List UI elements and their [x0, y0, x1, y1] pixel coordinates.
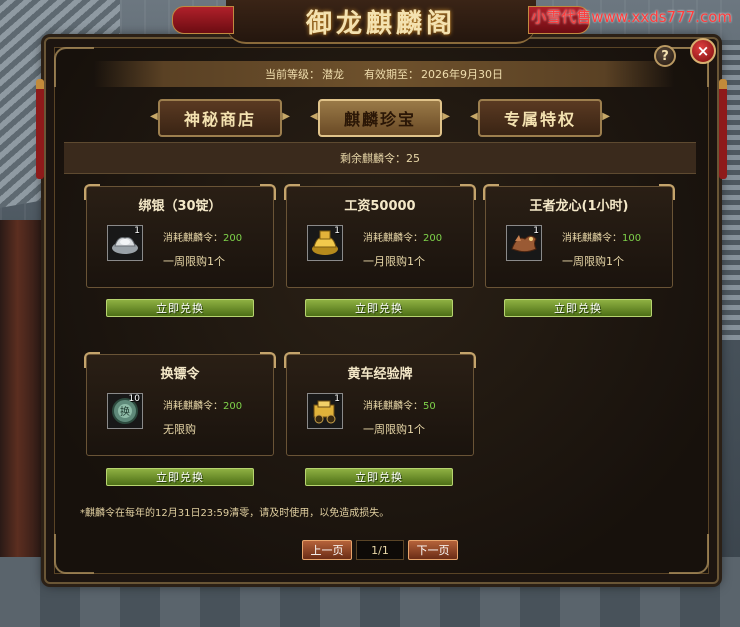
vip-level: 当前等级： 潜龙	[265, 66, 344, 82]
status-info-bar: 当前等级： 潜龙 有效期至： 2026年9月30日	[94, 61, 674, 87]
item-name: 换镖令	[160, 367, 200, 382]
item-cost: 消耗麒麟令：50	[363, 397, 436, 412]
tab-mystery-shop[interactable]: 神秘商店	[158, 99, 292, 137]
cost-value: 200	[423, 233, 443, 244]
watermark: 小雪代售www.xxds777.com	[531, 8, 732, 26]
close-button[interactable]: ×	[690, 38, 716, 64]
escort-token-icon[interactable]: 换 10	[107, 393, 143, 429]
remaining-tokens: 剩余麒麟令： 25	[64, 142, 696, 174]
next-page-button[interactable]: 下一页	[408, 540, 458, 560]
item-cost: 消耗麒麟令：200	[163, 229, 242, 244]
shop-item: 王者龙心(1小时) 1 消耗麒麟令：100 一周限购1个	[483, 184, 675, 288]
shop-item: 黄车经验牌 1 消耗麒麟令：50 一周限购1个	[284, 352, 476, 456]
expiry-date: 有效期至： 2026年9月30日	[364, 66, 503, 82]
item-name: 黄车经验牌	[347, 367, 413, 382]
cost-label: 消耗麒麟令：	[562, 233, 622, 244]
dragon-heart-icon[interactable]: 1	[506, 225, 542, 261]
shop-item: 换镖令 换 10 消耗麒麟令：200 无限购	[84, 352, 276, 456]
cost-value: 50	[423, 401, 436, 412]
item-cost: 消耗麒麟令：200	[363, 229, 442, 244]
gold-ingot-icon[interactable]: 1	[307, 225, 343, 261]
svg-text:换: 换	[120, 405, 130, 418]
tab-exclusive-privileges[interactable]: 专属特权	[478, 99, 612, 137]
tassel-ornament	[36, 79, 44, 179]
item-quantity: 1	[533, 226, 539, 236]
redeem-button[interactable]: 立即兑换	[106, 299, 254, 317]
cost-value: 200	[223, 233, 243, 244]
redeem-button[interactable]: 立即兑换	[504, 299, 652, 317]
shop-item: 工资50000 1 消耗麒麟令：200 一月限购1个	[284, 184, 476, 288]
tab-qilin-treasure[interactable]: 麒麟珍宝	[318, 99, 452, 137]
shop-item: 绑银（30锭） 1 消耗麒麟令：200 一周限购1个	[84, 184, 276, 288]
tokens-label: 剩余麒麟令：	[340, 152, 406, 165]
item-quantity: 1	[334, 394, 340, 404]
item-name: 王者龙心(1小时)	[529, 199, 629, 214]
cost-label: 消耗麒麟令：	[363, 401, 423, 412]
cost-label: 消耗麒麟令：	[163, 233, 223, 244]
item-name: 绑银（30锭）	[138, 199, 222, 214]
item-limit: 一月限购1个	[363, 255, 425, 268]
corner-ornament	[54, 534, 94, 574]
item-quantity: 10	[128, 394, 140, 404]
expiry-label: 有效期至：	[364, 68, 419, 81]
item-limit: 一周限购1个	[562, 255, 624, 268]
page-indicator: 1/1	[356, 540, 404, 560]
redeem-button[interactable]: 立即兑换	[305, 468, 453, 486]
expiry-value: 2026年9月30日	[421, 68, 503, 81]
cost-label: 消耗麒麟令：	[163, 401, 223, 412]
gold-cart-icon[interactable]: 1	[307, 393, 343, 429]
redeem-button[interactable]: 立即兑换	[106, 468, 254, 486]
item-limit: 一周限购1个	[163, 255, 225, 268]
cost-label: 消耗麒麟令：	[363, 233, 423, 244]
redeem-button[interactable]: 立即兑换	[305, 299, 453, 317]
corner-ornament	[669, 534, 709, 574]
item-cost: 消耗麒麟令：200	[163, 397, 242, 412]
cost-value: 100	[622, 233, 642, 244]
item-quantity: 1	[334, 226, 340, 236]
prev-page-button[interactable]: 上一页	[302, 540, 352, 560]
title-banner: 御龙麒麟阁	[172, 0, 590, 44]
reset-notice: *麒麟令在每年的12月31日23:59清零，请及时使用，以免造成损失。	[80, 508, 390, 519]
tassel-ornament	[719, 79, 727, 179]
pagination: 上一页 1/1 下一页	[302, 539, 458, 561]
level-label: 当前等级：	[265, 68, 320, 81]
item-quantity: 1	[134, 226, 140, 236]
level-value: 潜龙	[322, 68, 344, 81]
tokens-value: 25	[406, 151, 420, 165]
item-name: 工资50000	[344, 199, 416, 214]
window-title: 御龙麒麟阁	[305, 8, 456, 39]
background-pillar	[0, 220, 44, 560]
silver-ingot-icon[interactable]: 1	[107, 225, 143, 261]
item-cost: 消耗麒麟令：100	[562, 229, 641, 244]
item-limit: 一周限购1个	[363, 423, 425, 436]
corner-ornament	[54, 47, 94, 87]
cost-value: 200	[223, 401, 243, 412]
item-limit: 无限购	[163, 423, 196, 436]
help-button[interactable]: ?	[654, 45, 676, 67]
shop-window: 当前等级： 潜龙 有效期至： 2026年9月30日 神秘商店 麒麟珍宝 专属特权…	[36, 37, 727, 584]
